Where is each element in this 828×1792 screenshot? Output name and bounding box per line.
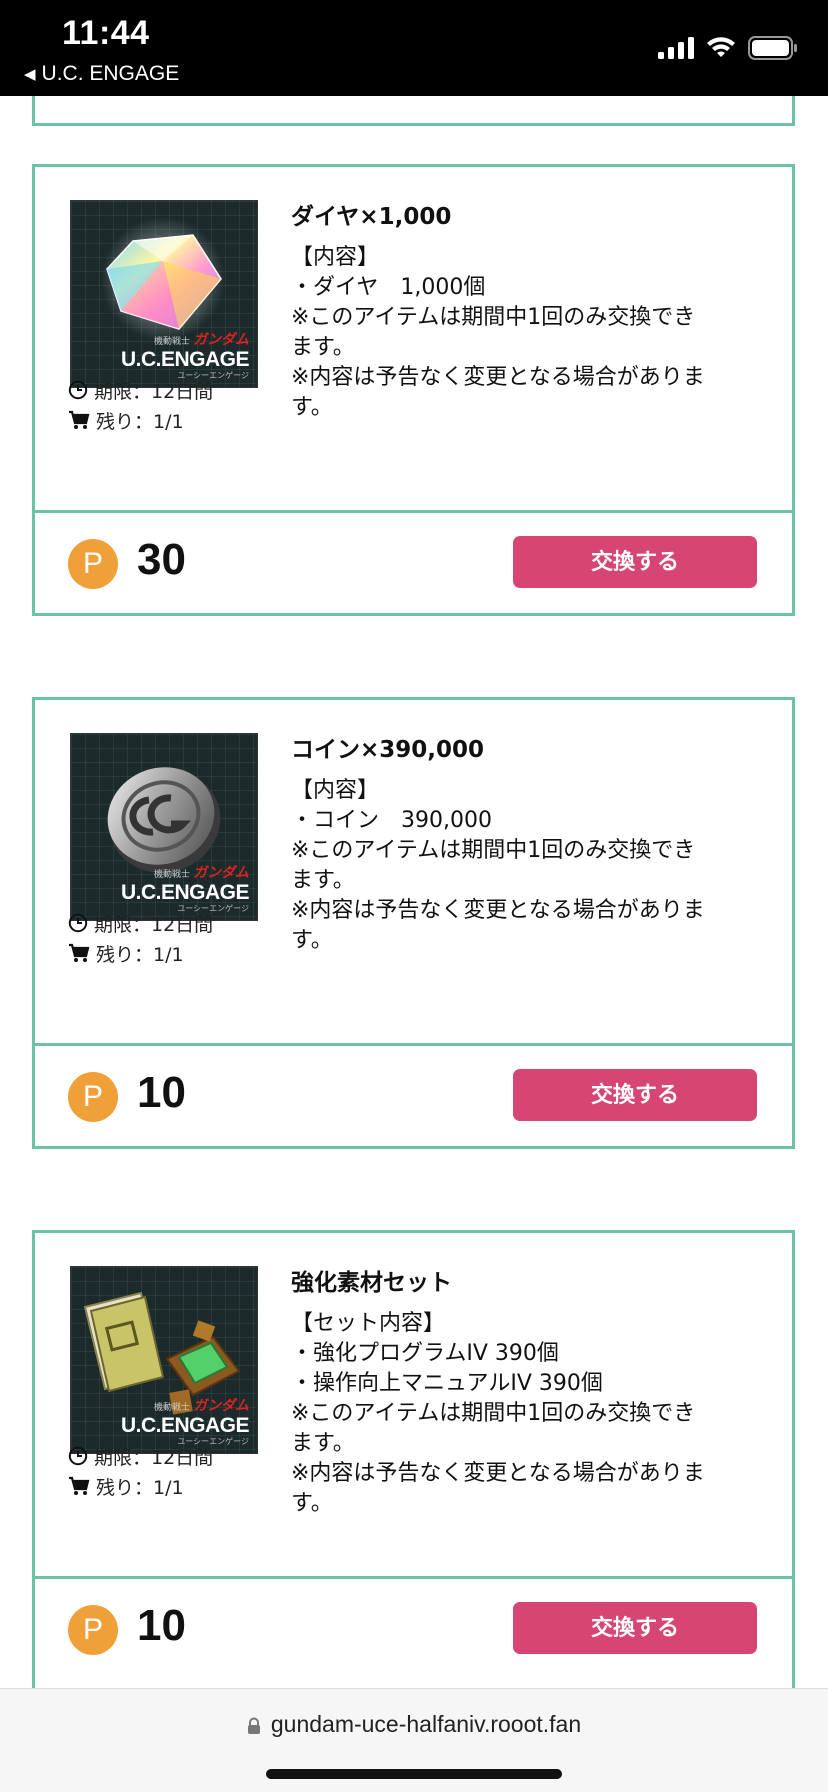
item-card-diamond: 機動戦士 ガンダム U.C.ENGAGE ユーシーエンゲージ 期限：12日間 残り… [32, 164, 795, 616]
item-title: ダイヤ×1,000 [291, 204, 452, 230]
item-price-row: P 10 交換する [35, 1579, 792, 1679]
item-title: コイン×390,000 [291, 737, 485, 763]
lock-icon [247, 1717, 260, 1734]
item-price-row: P 30 交換する [35, 513, 792, 613]
exchange-button[interactable]: 交換する [513, 1602, 757, 1654]
item-image-material-set: 機動戦士 ガンダム U.C.ENGAGE ユーシーエンゲージ [70, 1266, 258, 1454]
remaining-row: 残り：1/1 [68, 1471, 268, 1501]
item-card-material-set: 機動戦士 ガンダム U.C.ENGAGE ユーシーエンゲージ 期限：12日間 残り… [32, 1230, 795, 1688]
address-field[interactable]: gundam-uce-halfaniv.rooot.fan [0, 1711, 828, 1738]
status-time: 11:44 [62, 14, 150, 52]
item-meta: 期限：12日間 残り：1/1 [68, 908, 268, 968]
game-logo: 機動戦士 ガンダム U.C.ENGAGE ユーシーエンゲージ [120, 331, 250, 380]
point-icon: P [68, 1072, 118, 1122]
remaining-row: 残り：1/1 [68, 938, 268, 968]
item-title: 強化素材セット [291, 1270, 452, 1296]
point-icon: P [68, 539, 118, 589]
exchange-item-list: 機動戦士 ガンダム U.C.ENGAGE ユーシーエンゲージ 期限：12日間 残り… [0, 96, 828, 1688]
status-icons [658, 36, 798, 60]
cellular-signal-icon [658, 37, 694, 59]
status-bar: 11:44 ◀ U.C. ENGAGE [0, 0, 828, 96]
clock-icon [68, 380, 88, 400]
remaining-text: 残り：1/1 [96, 410, 184, 433]
deadline-row: 期限：12日間 [68, 908, 268, 938]
browser-address-bar[interactable]: gundam-uce-halfaniv.rooot.fan [0, 1688, 828, 1792]
item-image-coin: 機動戦士 ガンダム U.C.ENGAGE ユーシーエンゲージ [70, 733, 258, 921]
remaining-row: 残り：1/1 [68, 405, 268, 435]
back-app-label: U.C. ENGAGE [41, 62, 180, 85]
point-cost: 10 [137, 1068, 186, 1117]
remaining-text: 残り：1/1 [96, 1476, 184, 1499]
deadline-text: 期限：12日間 [94, 1446, 214, 1469]
item-description: 【内容】 ・コイン 390,000 ※このアイテムは期間中1回のみ交換でき ます… [291, 778, 705, 953]
cart-icon [69, 410, 90, 429]
item-description: 【セット内容】 ・強化プログラムIV 390個 ・操作向上マニュアルIV 390… [291, 1311, 705, 1516]
item-card-coin: 機動戦士 ガンダム U.C.ENGAGE ユーシーエンゲージ 期限：12日間 残り… [32, 697, 795, 1149]
home-indicator[interactable] [266, 1769, 562, 1779]
item-price-row: P 10 交換する [35, 1046, 792, 1146]
item-meta: 期限：12日間 残り：1/1 [68, 375, 268, 435]
deadline-row: 期限：12日間 [68, 1441, 268, 1471]
deadline-text: 期限：12日間 [94, 913, 214, 936]
item-image-diamond: 機動戦士 ガンダム U.C.ENGAGE ユーシーエンゲージ [70, 200, 258, 388]
item-meta: 期限：12日間 残り：1/1 [68, 1441, 268, 1501]
back-triangle-icon: ◀ [24, 66, 36, 83]
deadline-text: 期限：12日間 [94, 380, 214, 403]
previous-item-card-partial [32, 96, 795, 126]
point-icon: P [68, 1605, 118, 1655]
exchange-button[interactable]: 交換する [513, 1069, 757, 1121]
item-description: 【内容】 ・ダイヤ 1,000個 ※このアイテムは期間中1回のみ交換でき ます。… [291, 245, 705, 420]
point-cost: 10 [137, 1601, 186, 1650]
remaining-text: 残り：1/1 [96, 943, 184, 966]
clock-icon [68, 913, 88, 933]
wifi-icon [707, 37, 735, 57]
url-text: gundam-uce-halfaniv.rooot.fan [270, 1711, 582, 1737]
back-to-app-link[interactable]: ◀ U.C. ENGAGE [24, 62, 179, 86]
exchange-button[interactable]: 交換する [513, 536, 757, 588]
clock-icon [68, 1446, 88, 1466]
cart-icon [69, 1476, 90, 1495]
point-cost: 30 [137, 535, 186, 584]
game-logo: 機動戦士 ガンダム U.C.ENGAGE ユーシーエンゲージ [120, 1397, 250, 1446]
battery-icon [748, 36, 797, 60]
game-logo: 機動戦士 ガンダム U.C.ENGAGE ユーシーエンゲージ [120, 864, 250, 913]
deadline-row: 期限：12日間 [68, 375, 268, 405]
cart-icon [69, 943, 90, 962]
